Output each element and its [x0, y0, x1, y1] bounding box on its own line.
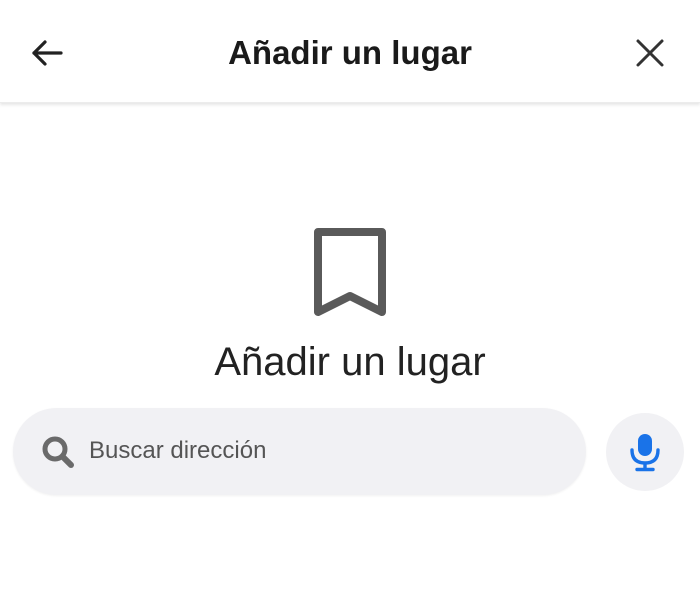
bookmark-icon [314, 228, 386, 316]
page-title: Añadir un lugar [228, 34, 472, 71]
voice-search-button[interactable] [606, 413, 684, 491]
close-icon [636, 39, 664, 67]
top-app-bar: Añadir un lugar [0, 0, 700, 103]
search-icon [42, 436, 74, 468]
search-field[interactable] [13, 408, 586, 495]
empty-state-title: Añadir un lugar [214, 340, 486, 384]
back-button[interactable] [22, 28, 72, 78]
microphone-icon [630, 434, 660, 472]
search-input[interactable] [89, 428, 559, 474]
arrow-left-icon [32, 40, 63, 66]
close-button[interactable] [625, 28, 675, 78]
